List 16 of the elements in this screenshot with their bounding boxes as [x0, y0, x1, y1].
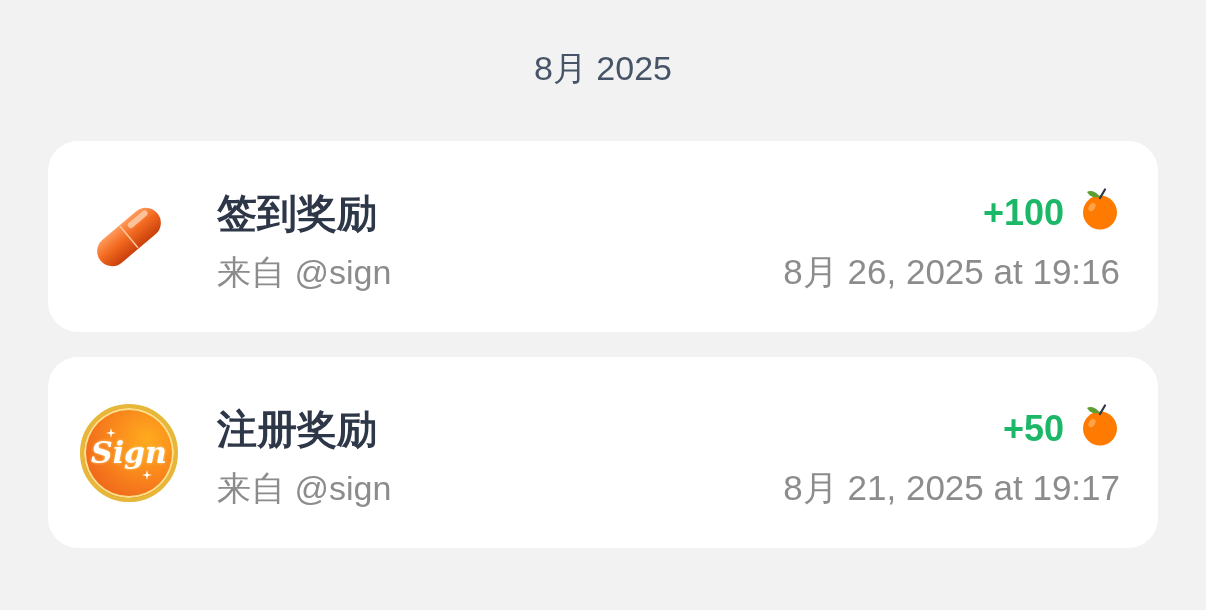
fruit-icon — [1080, 403, 1120, 446]
sparkle-icon — [142, 469, 152, 480]
date-text: 8月 21, 2025 at 19:17 — [783, 466, 1120, 509]
sparkle-icon — [106, 427, 116, 438]
points-amount: +100 — [982, 190, 1064, 235]
badge-text: Sign — [91, 435, 167, 470]
date-text: 8月 26, 2025 at 19:16 — [783, 250, 1120, 293]
reward-title: 签到奖励 — [217, 189, 377, 237]
source-text: 来自 @sign — [217, 467, 392, 509]
points-amount: +50 — [1002, 406, 1064, 451]
transaction-card[interactable]: Sign 注册奖励 +50 来自 @sign 8月 21, 2025 at 19:17 — [48, 357, 1158, 548]
reward-title: 注册奖励 — [217, 405, 377, 453]
transaction-card[interactable]: 签到奖励 +100 来自 @sign 8月 26, 2025 at 19:16 — [48, 141, 1158, 332]
month-header: 8月 2025 — [534, 48, 672, 89]
source-text: 来自 @sign — [217, 251, 392, 293]
fruit-icon — [1080, 187, 1120, 230]
